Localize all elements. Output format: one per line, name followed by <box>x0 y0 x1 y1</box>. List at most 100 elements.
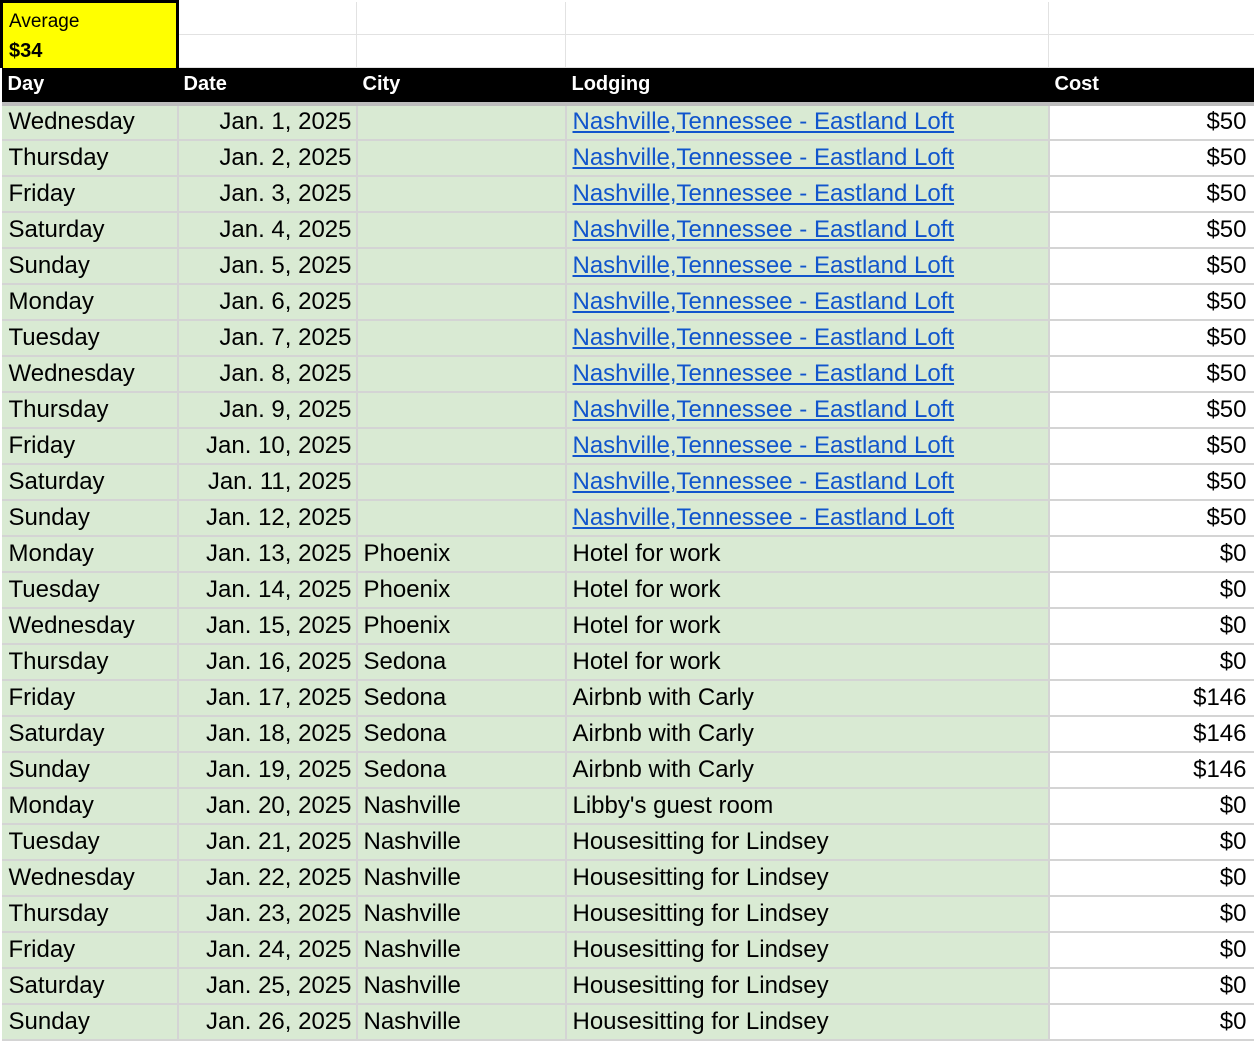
city-cell[interactable] <box>356 499 567 537</box>
empty-cell[interactable] <box>177 1 357 35</box>
date-cell[interactable]: Jan. 26, 2025 <box>177 1003 358 1041</box>
day-cell[interactable]: Monday <box>1 283 179 321</box>
city-cell[interactable]: Sedona <box>356 751 567 789</box>
empty-cell[interactable] <box>356 1 566 35</box>
lodging-cell[interactable]: Nashville,Tennessee - Eastland Loft <box>565 247 1050 285</box>
day-cell[interactable]: Monday <box>1 787 179 825</box>
day-cell[interactable]: Sunday <box>1 247 179 285</box>
date-cell[interactable]: Jan. 16, 2025 <box>177 643 358 681</box>
lodging-cell[interactable]: Hotel for work <box>565 535 1050 573</box>
city-cell[interactable] <box>356 463 567 501</box>
lodging-link[interactable]: Nashville,Tennessee - Eastland Loft <box>573 324 955 351</box>
date-cell[interactable]: Jan. 24, 2025 <box>177 931 358 969</box>
date-cell[interactable]: Jan. 20, 2025 <box>177 787 358 825</box>
day-cell[interactable]: Thursday <box>1 895 179 933</box>
city-cell[interactable]: Nashville <box>356 931 567 969</box>
header-day[interactable]: Day <box>1 67 178 106</box>
date-cell[interactable]: Jan. 12, 2025 <box>177 499 358 537</box>
lodging-cell[interactable]: Airbnb with Carly <box>565 679 1050 717</box>
cost-cell[interactable]: $50 <box>1048 283 1254 321</box>
city-cell[interactable]: Nashville <box>356 967 567 1005</box>
cost-cell[interactable]: $0 <box>1048 535 1254 573</box>
lodging-cell[interactable]: Airbnb with Carly <box>565 715 1050 753</box>
cost-cell[interactable]: $50 <box>1048 247 1254 285</box>
lodging-cell[interactable]: Hotel for work <box>565 643 1050 681</box>
header-lodging[interactable]: Lodging <box>565 67 1049 106</box>
date-cell[interactable]: Jan. 4, 2025 <box>177 211 358 249</box>
cost-cell[interactable]: $0 <box>1048 823 1254 861</box>
lodging-cell[interactable]: Hotel for work <box>565 607 1050 645</box>
date-cell[interactable]: Jan. 19, 2025 <box>177 751 358 789</box>
day-cell[interactable]: Saturday <box>1 211 179 249</box>
day-cell[interactable]: Friday <box>1 931 179 969</box>
lodging-cell[interactable]: Housesitting for Lindsey <box>565 967 1050 1005</box>
average-label-cell[interactable]: Average <box>0 0 179 35</box>
date-cell[interactable]: Jan. 6, 2025 <box>177 283 358 321</box>
cost-cell[interactable]: $50 <box>1048 499 1254 537</box>
empty-cell[interactable] <box>356 34 566 68</box>
day-cell[interactable]: Thursday <box>1 643 179 681</box>
cost-cell[interactable]: $50 <box>1048 391 1254 429</box>
cost-cell[interactable]: $50 <box>1048 139 1254 177</box>
date-cell[interactable]: Jan. 1, 2025 <box>177 103 358 141</box>
day-cell[interactable]: Sunday <box>1 1003 179 1041</box>
lodging-link[interactable]: Nashville,Tennessee - Eastland Loft <box>573 252 955 279</box>
city-cell[interactable] <box>356 175 567 213</box>
city-cell[interactable]: Sedona <box>356 715 567 753</box>
city-cell[interactable] <box>356 103 567 141</box>
cost-cell[interactable]: $50 <box>1048 211 1254 249</box>
header-city[interactable]: City <box>356 67 566 106</box>
cost-cell[interactable]: $0 <box>1048 787 1254 825</box>
header-cost[interactable]: Cost <box>1048 67 1254 106</box>
day-cell[interactable]: Tuesday <box>1 319 179 357</box>
date-cell[interactable]: Jan. 21, 2025 <box>177 823 358 861</box>
day-cell[interactable]: Friday <box>1 427 179 465</box>
date-cell[interactable]: Jan. 23, 2025 <box>177 895 358 933</box>
city-cell[interactable] <box>356 247 567 285</box>
lodging-link[interactable]: Nashville,Tennessee - Eastland Loft <box>573 432 955 459</box>
lodging-cell[interactable]: Nashville,Tennessee - Eastland Loft <box>565 427 1050 465</box>
date-cell[interactable]: Jan. 17, 2025 <box>177 679 358 717</box>
city-cell[interactable]: Phoenix <box>356 607 567 645</box>
date-cell[interactable]: Jan. 5, 2025 <box>177 247 358 285</box>
day-cell[interactable]: Wednesday <box>1 607 179 645</box>
lodging-cell[interactable]: Nashville,Tennessee - Eastland Loft <box>565 463 1050 501</box>
city-cell[interactable]: Phoenix <box>356 571 567 609</box>
lodging-cell[interactable]: Housesitting for Lindsey <box>565 895 1050 933</box>
empty-cell[interactable] <box>565 1 1049 35</box>
city-cell[interactable] <box>356 427 567 465</box>
lodging-link[interactable]: Nashville,Tennessee - Eastland Loft <box>573 360 955 387</box>
date-cell[interactable]: Jan. 8, 2025 <box>177 355 358 393</box>
city-cell[interactable]: Nashville <box>356 823 567 861</box>
empty-cell[interactable] <box>1048 34 1254 68</box>
city-cell[interactable] <box>356 211 567 249</box>
day-cell[interactable]: Wednesday <box>1 355 179 393</box>
date-cell[interactable]: Jan. 25, 2025 <box>177 967 358 1005</box>
date-cell[interactable]: Jan. 13, 2025 <box>177 535 358 573</box>
city-cell[interactable]: Nashville <box>356 859 567 897</box>
cost-cell[interactable]: $146 <box>1048 715 1254 753</box>
lodging-cell[interactable]: Housesitting for Lindsey <box>565 1003 1050 1041</box>
cost-cell[interactable]: $0 <box>1048 931 1254 969</box>
lodging-cell[interactable]: Housesitting for Lindsey <box>565 823 1050 861</box>
lodging-cell[interactable]: Nashville,Tennessee - Eastland Loft <box>565 283 1050 321</box>
day-cell[interactable]: Sunday <box>1 499 179 537</box>
day-cell[interactable]: Saturday <box>1 967 179 1005</box>
lodging-cell[interactable]: Nashville,Tennessee - Eastland Loft <box>565 499 1050 537</box>
cost-cell[interactable]: $0 <box>1048 967 1254 1005</box>
cost-cell[interactable]: $50 <box>1048 103 1254 141</box>
cost-cell[interactable]: $50 <box>1048 319 1254 357</box>
lodging-link[interactable]: Nashville,Tennessee - Eastland Loft <box>573 504 955 531</box>
day-cell[interactable]: Monday <box>1 535 179 573</box>
cost-cell[interactable]: $0 <box>1048 643 1254 681</box>
lodging-cell[interactable]: Nashville,Tennessee - Eastland Loft <box>565 355 1050 393</box>
lodging-cell[interactable]: Nashville,Tennessee - Eastland Loft <box>565 211 1050 249</box>
date-cell[interactable]: Jan. 18, 2025 <box>177 715 358 753</box>
city-cell[interactable] <box>356 283 567 321</box>
day-cell[interactable]: Tuesday <box>1 571 179 609</box>
city-cell[interactable]: Sedona <box>356 643 567 681</box>
lodging-link[interactable]: Nashville,Tennessee - Eastland Loft <box>573 288 955 315</box>
lodging-link[interactable]: Nashville,Tennessee - Eastland Loft <box>573 468 955 495</box>
day-cell[interactable]: Wednesday <box>1 103 179 141</box>
city-cell[interactable]: Nashville <box>356 787 567 825</box>
